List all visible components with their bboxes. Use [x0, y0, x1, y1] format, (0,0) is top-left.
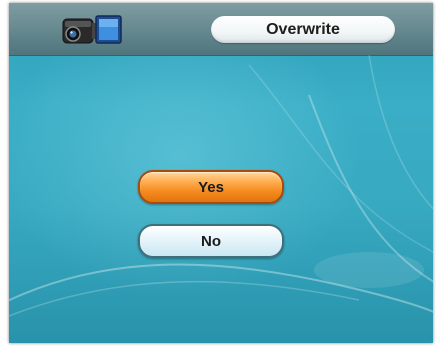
page-title: Overwrite [211, 16, 395, 43]
yes-button[interactable]: Yes [138, 170, 284, 204]
camera-screen: Overwrite Yes No [9, 3, 433, 343]
no-button[interactable]: No [138, 224, 284, 258]
video-camera-icon [62, 15, 122, 44]
header-bar: Overwrite [9, 3, 433, 56]
